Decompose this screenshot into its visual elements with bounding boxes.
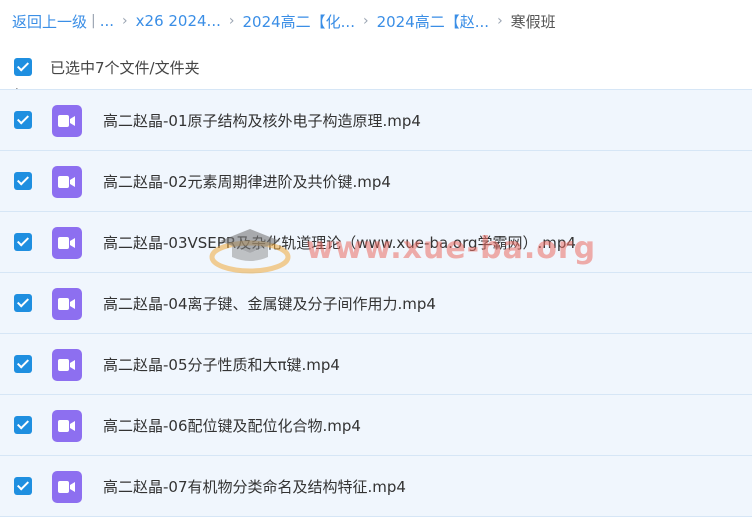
breadcrumb-item[interactable]: 2024高二【赵... <box>377 11 489 32</box>
file-name[interactable]: 高二赵晶-03VSEPR及杂化轨道理论（www.xue-ba.org学霸网）.m… <box>103 232 576 253</box>
video-file-icon <box>52 410 82 442</box>
video-file-icon <box>52 288 82 320</box>
video-file-icon <box>52 105 82 137</box>
file-checkbox[interactable] <box>14 477 32 495</box>
video-file-icon <box>52 349 82 381</box>
file-name[interactable]: 高二赵晶-01原子结构及核外电子构造原理.mp4 <box>103 110 421 131</box>
breadcrumb-item[interactable]: x26 2024... <box>136 12 221 30</box>
file-row[interactable]: 高二赵晶-07有机物分类命名及结构特征.mp4 <box>0 455 752 517</box>
file-list: 高二赵晶-01原子结构及核外电子构造原理.mp4 高二赵晶-02元素周期律进阶及… <box>0 89 752 517</box>
back-link[interactable]: 返回上一级 <box>12 11 87 32</box>
video-file-icon <box>52 471 82 503</box>
select-all-checkbox[interactable] <box>14 58 32 76</box>
file-name[interactable]: 高二赵晶-07有机物分类命名及结构特征.mp4 <box>103 476 406 497</box>
file-name[interactable]: 高二赵晶-02元素周期律进阶及共价键.mp4 <box>103 171 391 192</box>
chevron-right-icon: › <box>122 13 128 29</box>
file-checkbox[interactable] <box>14 355 32 373</box>
chevron-right-icon: › <box>497 13 503 29</box>
file-name[interactable]: 高二赵晶-04离子键、金属键及分子间作用力.mp4 <box>103 293 436 314</box>
video-file-icon <box>52 166 82 198</box>
file-row[interactable]: 高二赵晶-03VSEPR及杂化轨道理论（www.xue-ba.org学霸网）.m… <box>0 211 752 272</box>
file-checkbox[interactable] <box>14 233 32 251</box>
file-row[interactable]: 高二赵晶-05分子性质和大π键.mp4 <box>0 333 752 394</box>
breadcrumb-separator: | <box>91 13 96 29</box>
file-checkbox[interactable] <box>14 172 32 190</box>
chevron-right-icon: › <box>228 13 235 29</box>
file-name[interactable]: 高二赵晶-06配位键及配位化合物.mp4 <box>103 415 361 436</box>
file-checkbox[interactable] <box>14 416 32 434</box>
selection-bar: 已选中7个文件/文件夹 <box>0 50 752 84</box>
file-name[interactable]: 高二赵晶-05分子性质和大π键.mp4 <box>103 354 340 375</box>
breadcrumb-item[interactable]: 2024高二【化... <box>242 11 354 32</box>
video-file-icon <box>52 227 82 259</box>
breadcrumb: 返回上一级 | ... › x26 2024... › 2024高二【化... … <box>12 9 556 33</box>
file-row[interactable]: 高二赵晶-04离子键、金属键及分子间作用力.mp4 <box>0 272 752 333</box>
file-row[interactable]: 高二赵晶-01原子结构及核外电子构造原理.mp4 <box>0 89 752 150</box>
selection-count-label: 已选中7个文件/文件夹 <box>50 59 200 77</box>
file-checkbox[interactable] <box>14 294 32 312</box>
breadcrumb-current: 寒假班 <box>510 12 556 31</box>
breadcrumb-ellipsis[interactable]: ... <box>100 12 114 30</box>
file-checkbox[interactable] <box>14 111 32 129</box>
chevron-right-icon: › <box>362 13 369 29</box>
file-row[interactable]: 高二赵晶-02元素周期律进阶及共价键.mp4 <box>0 150 752 211</box>
file-row[interactable]: 高二赵晶-06配位键及配位化合物.mp4 <box>0 394 752 455</box>
